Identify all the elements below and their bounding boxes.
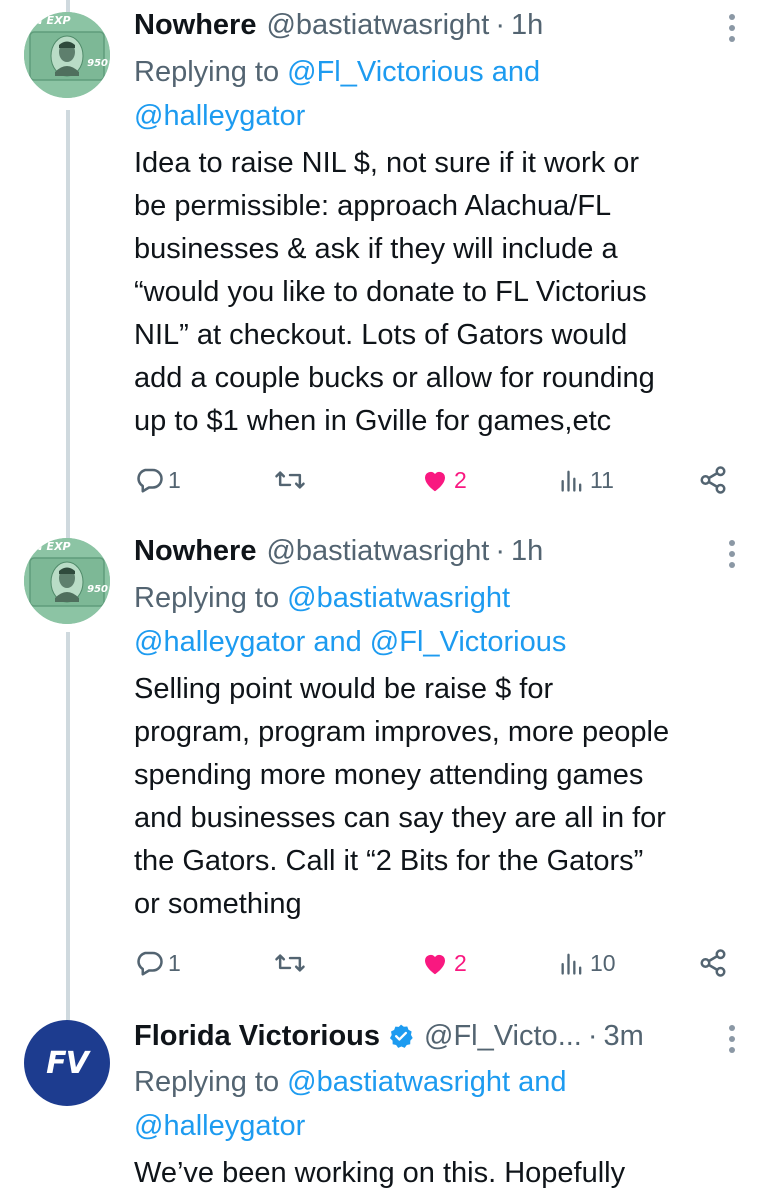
- text-line: NIL” at checkout. Lots of Gators would: [134, 319, 628, 351]
- replying-prefix: Replying to: [134, 56, 288, 88]
- author-name[interactable]: Nowhere: [134, 535, 256, 568]
- text-line: up to $1 when in Gville for games,etc: [134, 405, 612, 437]
- text-line: Selling point would be raise $ for: [134, 673, 554, 705]
- separator-dot: ·: [587, 1019, 598, 1052]
- retweet-button[interactable]: [274, 460, 306, 500]
- replying-to: Replying to @bastiatwasright and @halley…: [134, 1060, 751, 1148]
- retweet-icon: [275, 471, 305, 489]
- views-icon: [561, 953, 582, 975]
- reply-icon: [137, 468, 163, 493]
- author-handle[interactable]: @bastiatwasright: [266, 9, 489, 42]
- share-button[interactable]: [698, 460, 728, 500]
- tweet-text: Selling point would be raise $ for progr…: [134, 668, 751, 926]
- like-button[interactable]: 2: [420, 460, 467, 500]
- timestamp[interactable]: 1h: [511, 535, 543, 568]
- mention-link[interactable]: @halleygator: [134, 100, 305, 132]
- text-line: add a couple bucks or allow for rounding: [134, 362, 655, 394]
- timestamp[interactable]: 1h: [511, 9, 543, 42]
- tweet-header: Florida Victorious @Fl_Victo... · 3m: [134, 1014, 751, 1058]
- views-button[interactable]: 10: [558, 943, 616, 983]
- author-handle[interactable]: @Fl_Victo...: [424, 1020, 582, 1053]
- tweet-header: Nowhere @bastiatwasright · 1h: [134, 529, 751, 573]
- text-line: or something: [134, 888, 302, 920]
- avatar-text: 950: [87, 58, 108, 69]
- reply-count: 1: [168, 466, 181, 493]
- avatar-text: EN EXP: [26, 14, 71, 27]
- thread-line: [66, 632, 70, 1024]
- replying-to: Replying to @bastiatwasright @halleygato…: [134, 576, 751, 664]
- like-count: 2: [454, 466, 467, 493]
- tweet-actions: 1 2 10: [134, 943, 734, 983]
- author-handle[interactable]: @bastiatwasright: [266, 535, 489, 568]
- author-name[interactable]: Florida Victorious: [134, 1020, 380, 1053]
- tweet-actions: 1 2 11: [134, 460, 734, 500]
- like-button[interactable]: 2: [420, 943, 467, 983]
- reply-icon: [137, 951, 163, 976]
- text-line: and businesses can say they are all in f…: [134, 802, 666, 834]
- tweet-text: Idea to raise NIL $, not sure if it work…: [134, 142, 751, 443]
- text-line: “would you like to donate to FL Victoriu…: [134, 276, 647, 308]
- tweet-text: We’ve been working on this. Hopefully: [134, 1152, 751, 1195]
- avatar[interactable]: EN EXP 950: [24, 12, 110, 98]
- share-icon: [700, 949, 726, 977]
- text-line: We’ve been working on this. Hopefully: [134, 1157, 626, 1189]
- text-line: the Gators. Call it “2 Bits for the Gato…: [134, 845, 644, 877]
- avatar[interactable]: EN EXP 950: [24, 538, 110, 624]
- author-name[interactable]: Nowhere: [134, 9, 256, 42]
- replying-prefix: Replying to: [134, 582, 288, 614]
- avatar-text: EN EXP: [26, 540, 71, 553]
- mention-link[interactable]: @halleygator and @Fl_Victorious: [134, 626, 566, 658]
- timestamp[interactable]: 3m: [604, 1020, 644, 1053]
- verified-icon: [389, 1024, 413, 1048]
- separator-dot: ·: [495, 8, 506, 41]
- avatar-logo-text: FV: [46, 1045, 89, 1081]
- text-line: be permissible: approach Alachua/FL: [134, 190, 612, 222]
- more-icon[interactable]: [729, 1025, 735, 1053]
- reply-button[interactable]: 1: [134, 943, 181, 983]
- mention-link[interactable]: @bastiatwasright: [287, 582, 510, 614]
- retweet-icon: [275, 954, 305, 972]
- avatar-text: 950: [87, 584, 108, 595]
- share-icon: [700, 466, 726, 494]
- text-line: program, program improves, more people: [134, 716, 670, 748]
- views-count: 11: [590, 466, 614, 493]
- share-button[interactable]: [698, 943, 728, 983]
- tweet-header: Nowhere @bastiatwasright · 1h: [134, 3, 751, 47]
- mention-link[interactable]: @bastiatwasright and: [287, 1066, 566, 1098]
- text-line: spending more money attending games: [134, 759, 644, 791]
- views-icon: [561, 470, 582, 492]
- separator-dot: ·: [495, 534, 506, 567]
- reply-button[interactable]: 1: [134, 460, 181, 500]
- more-icon[interactable]: [729, 540, 735, 568]
- mention-link[interactable]: @halleygator: [134, 1110, 305, 1142]
- like-icon: [425, 471, 445, 492]
- thread-line: [66, 110, 70, 540]
- avatar[interactable]: FV: [24, 1020, 110, 1106]
- text-line: businesses & ask if they will include a: [134, 233, 618, 265]
- mention-link[interactable]: @Fl_Victorious and: [287, 56, 540, 88]
- replying-prefix: Replying to: [134, 1066, 288, 1098]
- replying-to: Replying to @Fl_Victorious and @halleyga…: [134, 50, 751, 138]
- reply-count: 1: [168, 949, 181, 976]
- more-icon[interactable]: [729, 14, 735, 42]
- views-count: 10: [590, 949, 616, 976]
- retweet-button[interactable]: [274, 943, 306, 983]
- text-line: Idea to raise NIL $, not sure if it work…: [134, 147, 640, 179]
- like-icon: [425, 954, 445, 975]
- views-button[interactable]: 11: [558, 460, 614, 500]
- like-count: 2: [454, 949, 467, 976]
